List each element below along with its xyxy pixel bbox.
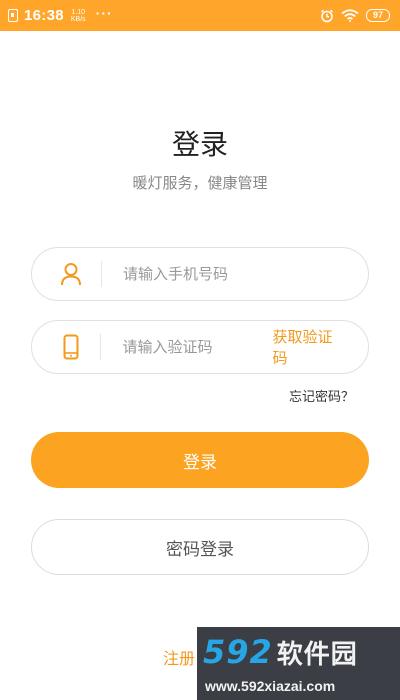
password-login-button[interactable]: 密码登录 — [31, 519, 369, 575]
phone-field[interactable] — [31, 247, 369, 301]
field-divider — [100, 334, 102, 360]
page-subtitle: 暖灯服务，健康管理 — [132, 174, 268, 192]
get-code-button[interactable]: 获取验证码 — [272, 326, 346, 368]
register-link[interactable]: 注册 — [163, 645, 195, 669]
watermark: 592 软件园 www.592xiazai.com — [197, 627, 400, 700]
sim-card-icon — [8, 9, 18, 22]
watermark-text: 软件园 — [276, 640, 358, 670]
forgot-password-link[interactable]: 忘记密码？ — [289, 386, 354, 405]
login-button[interactable]: 登录 — [31, 432, 369, 488]
status-bar: 16:38 1.10 KB/s ··· 97 — [0, 0, 400, 31]
status-time: 16:38 — [24, 7, 64, 24]
wifi-icon — [341, 9, 359, 22]
page-title: 登录 — [171, 128, 228, 161]
verification-code-input[interactable] — [122, 338, 273, 356]
network-speed: 1.10 KB/s — [71, 9, 86, 23]
watermark-logo: 592 软件园 — [203, 633, 358, 671]
network-speed-value: 1.10 — [71, 8, 86, 16]
field-divider — [101, 261, 102, 287]
more-notifications-icon: ··· — [95, 4, 113, 21]
alarm-icon — [321, 9, 333, 22]
phone-input[interactable] — [123, 265, 273, 283]
watermark-url: www.592xiazai.com — [205, 678, 336, 694]
watermark-number: 592 — [203, 633, 273, 671]
network-speed-unit: KB/s — [70, 15, 86, 23]
code-field[interactable]: 获取验证码 — [31, 320, 369, 374]
user-icon — [57, 260, 85, 288]
phone-icon — [57, 333, 84, 361]
battery-icon: 97 — [366, 9, 390, 22]
